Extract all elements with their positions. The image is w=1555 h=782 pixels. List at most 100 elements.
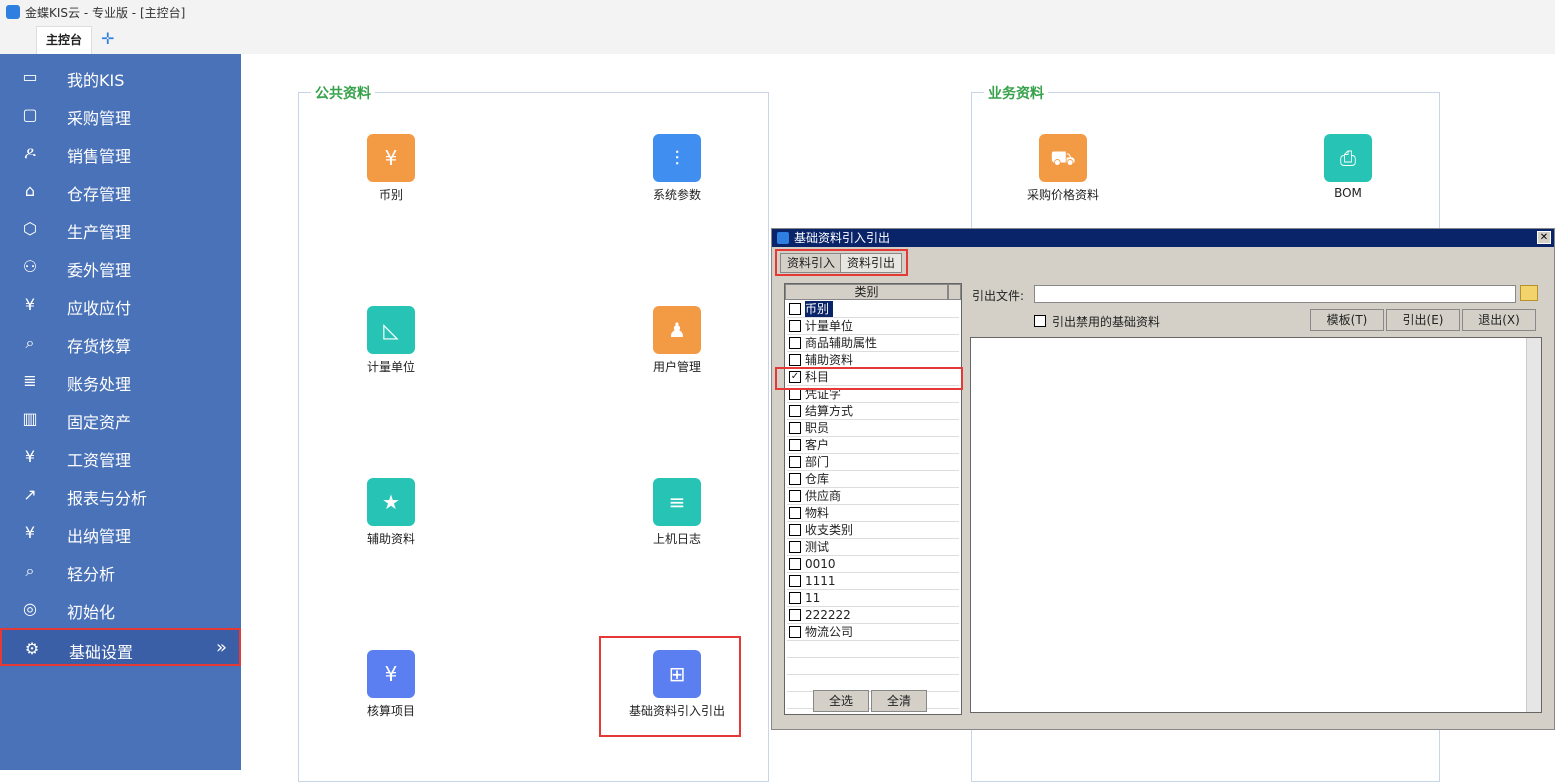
category-list[interactable]: 类别 币别 计量单位 商品辅助属性 辅助资料 ✓ 科目 凭证字 结算方式 职员 客户 部门 仓库 供应商… — [784, 283, 962, 715]
list-item[interactable]: 辅助资料 — [787, 352, 959, 369]
sidebar-item-3[interactable]: ⌂ 仓存管理 — [0, 172, 241, 210]
sidebar-item-13[interactable]: ⌕ 轻分析 — [0, 552, 241, 590]
exit-button[interactable]: 退出(X) — [1462, 309, 1536, 331]
export-disabled-checkbox[interactable] — [1034, 315, 1046, 327]
category-label: 物流公司 — [805, 625, 854, 639]
sidebar-item-10[interactable]: ¥ 工资管理 — [0, 438, 241, 476]
business-data-title: 业务资料 — [984, 83, 1048, 103]
public-tile-5[interactable]: ≡ 上机日志 — [617, 478, 737, 547]
category-checkbox[interactable] — [789, 337, 801, 349]
category-label: 测试 — [805, 540, 830, 554]
public-tile-3[interactable]: ♟ 用户管理 — [617, 306, 737, 375]
select-all-button[interactable]: 全选 — [813, 690, 869, 712]
sidebar-item-8[interactable]: ≣ 账务处理 — [0, 362, 241, 400]
receivable-icon: ¥ — [24, 295, 36, 314]
expand-arrow-icon[interactable]: » — [216, 637, 227, 658]
business-tile-1[interactable]: ⎙ BOM — [1288, 134, 1408, 200]
category-checkbox[interactable] — [789, 541, 801, 553]
sidebar-item-6[interactable]: ¥ 应收应付 — [0, 286, 241, 324]
log-doc-icon: ≡ — [653, 478, 701, 526]
public-tile-6[interactable]: ¥ 核算项目 — [331, 650, 451, 719]
list-item[interactable]: 物流公司 — [787, 624, 959, 641]
list-item[interactable]: 测试 — [787, 539, 959, 556]
sidebar-item-5[interactable]: ⚇ 委外管理 — [0, 248, 241, 286]
category-checkbox[interactable] — [789, 320, 801, 332]
export-log-area[interactable] — [970, 337, 1542, 713]
category-checkbox[interactable] — [789, 490, 801, 502]
template-button[interactable]: 模板(T) — [1310, 309, 1384, 331]
printer-icon: ⎙ — [1324, 134, 1372, 182]
category-checkbox[interactable] — [789, 303, 801, 315]
export-file-label: 引出文件: — [972, 289, 1025, 303]
public-tile-0[interactable]: ¥ 币别 — [331, 134, 451, 203]
public-tile-1[interactable]: ⫶ 系统参数 — [617, 134, 737, 203]
list-item[interactable]: 职员 — [787, 420, 959, 437]
category-checkbox[interactable] — [789, 388, 801, 400]
user-gear-icon: ♟ — [653, 306, 701, 354]
sidebar-item-0[interactable]: ▭ 我的KIS — [0, 58, 241, 96]
sidebar-item-label: 销售管理 — [67, 147, 132, 166]
tab-export[interactable]: 资料引出 — [840, 253, 903, 273]
sidebar-item-label: 初始化 — [67, 603, 116, 622]
category-label: 收支类别 — [805, 523, 854, 537]
list-item[interactable]: ✓ 科目 — [787, 369, 959, 386]
sidebar-item-4[interactable]: ⬡ 生产管理 — [0, 210, 241, 248]
sidebar-item-9[interactable]: ▥ 固定资产 — [0, 400, 241, 438]
sidebar-item-11[interactable]: ↗ 报表与分析 — [0, 476, 241, 514]
category-checkbox[interactable] — [789, 558, 801, 570]
sidebar-item-label: 报表与分析 — [67, 489, 148, 508]
list-item[interactable]: 结算方式 — [787, 403, 959, 420]
list-item[interactable]: 商品辅助属性 — [787, 335, 959, 352]
category-checkbox[interactable]: ✓ — [789, 371, 801, 383]
category-checkbox[interactable] — [789, 507, 801, 519]
list-item[interactable]: 11 — [787, 590, 959, 607]
export-file-field[interactable] — [1034, 285, 1516, 303]
ledger-icon: ≣ — [23, 371, 37, 390]
public-tile-7[interactable]: ⊞ 基础资料引入引出 — [617, 650, 737, 719]
list-item[interactable]: 收支类别 — [787, 522, 959, 539]
category-checkbox[interactable] — [789, 524, 801, 536]
building-icon: ▥ — [22, 409, 38, 428]
list-item[interactable]: 1111 — [787, 573, 959, 590]
list-item[interactable]: 物料 — [787, 505, 959, 522]
vertical-scrollbar[interactable] — [1526, 338, 1541, 712]
public-tile-4[interactable]: ★ 辅助资料 — [331, 478, 451, 547]
list-item[interactable]: 供应商 — [787, 488, 959, 505]
list-item[interactable]: 币别 — [787, 301, 959, 318]
tab-main-console[interactable]: 主控台 — [36, 26, 92, 54]
category-checkbox[interactable] — [789, 626, 801, 638]
category-checkbox[interactable] — [789, 609, 801, 621]
sidebar-item-label: 采购管理 — [67, 109, 132, 128]
add-tab-icon[interactable]: ✛ — [101, 29, 114, 48]
sidebar-item-7[interactable]: ⌕ 存货核算 — [0, 324, 241, 362]
category-checkbox[interactable] — [789, 575, 801, 587]
list-item[interactable]: 0010 — [787, 556, 959, 573]
list-item[interactable]: 凭证字 — [787, 386, 959, 403]
list-item[interactable]: 222222 — [787, 607, 959, 624]
folder-icon[interactable] — [1520, 285, 1538, 301]
dialog-title-bar: 基础资料引入引出 ✕ — [772, 229, 1554, 247]
export-button[interactable]: 引出(E) — [1386, 309, 1460, 331]
category-checkbox[interactable] — [789, 592, 801, 604]
list-item[interactable]: 计量单位 — [787, 318, 959, 335]
public-tile-2[interactable]: ◺ 计量单位 — [331, 306, 451, 375]
tile-label: 计量单位 — [366, 360, 415, 374]
list-item[interactable]: 客户 — [787, 437, 959, 454]
category-checkbox[interactable] — [789, 473, 801, 485]
sidebar-item-12[interactable]: ¥ 出纳管理 — [0, 514, 241, 552]
sidebar-item-2[interactable]: ዶ 销售管理 — [0, 134, 241, 172]
sidebar-item-14[interactable]: ◎ 初始化 — [0, 590, 241, 628]
tab-import[interactable]: 资料引入 — [780, 253, 843, 273]
sidebar-item-1[interactable]: ▢ 采购管理 — [0, 96, 241, 134]
category-checkbox[interactable] — [789, 405, 801, 417]
category-checkbox[interactable] — [789, 456, 801, 468]
close-icon[interactable]: ✕ — [1537, 231, 1551, 244]
category-checkbox[interactable] — [789, 354, 801, 366]
category-checkbox[interactable] — [789, 439, 801, 451]
list-item[interactable]: 仓库 — [787, 471, 959, 488]
business-tile-0[interactable]: ⛟ 采购价格资料 — [1003, 134, 1123, 203]
sidebar-item-15[interactable]: ⚙ 基础设置 » — [0, 628, 241, 666]
category-checkbox[interactable] — [789, 422, 801, 434]
clear-all-button[interactable]: 全清 — [871, 690, 927, 712]
list-item[interactable]: 部门 — [787, 454, 959, 471]
